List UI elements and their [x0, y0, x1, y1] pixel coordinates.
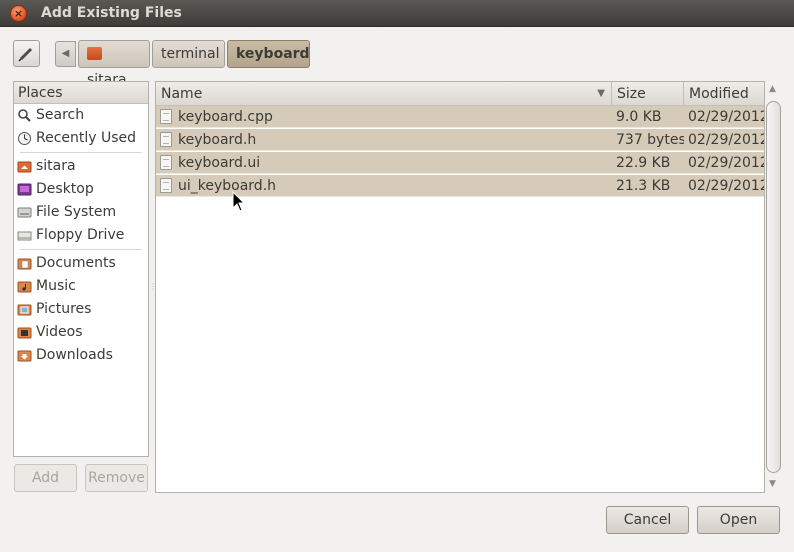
file-row[interactable]: keyboard.ui 22.9 KB 02/29/2012 [156, 152, 764, 174]
place-label: Desktop [36, 181, 94, 197]
file-name: keyboard.ui [178, 155, 261, 171]
close-icon[interactable]: × [10, 5, 27, 22]
place-label: Documents [36, 255, 116, 271]
documents-folder-icon [17, 258, 32, 270]
add-bookmark-button[interactable]: Add [14, 464, 77, 492]
breadcrumb-sitara[interactable]: sitara [78, 40, 150, 88]
clock-icon [18, 132, 31, 145]
place-label: Recently Used [36, 130, 137, 146]
file-modified: 02/29/2012 [688, 132, 764, 148]
place-item-recently-used[interactable]: Recently Used [14, 127, 148, 150]
file-size: 9.0 KB [616, 109, 662, 125]
file-name: keyboard.cpp [178, 109, 273, 125]
place-item-floppy-drive[interactable]: Floppy Drive [14, 224, 148, 247]
remove-bookmark-button[interactable]: Remove [85, 464, 148, 492]
edit-location-button[interactable] [13, 40, 40, 67]
harddisk-icon [17, 207, 32, 218]
home-folder-icon [87, 47, 102, 60]
column-header-size[interactable]: Size [612, 82, 684, 106]
scroll-down-icon[interactable]: ▼ [769, 479, 776, 489]
scroll-up-icon[interactable]: ▲ [769, 84, 776, 94]
file-size: 21.3 KB [616, 178, 671, 194]
pictures-folder-icon [17, 304, 32, 316]
breadcrumb-label: keyboard [236, 46, 310, 62]
place-label: Pictures [36, 301, 92, 317]
file-modified: 02/29/2012 [688, 155, 764, 171]
places-pane: Places Search Recently Used sitara Deskt… [13, 81, 149, 457]
breadcrumb-terminal[interactable]: terminal [152, 40, 225, 68]
place-item-documents[interactable]: Documents [14, 252, 148, 275]
file-list: Name ▼ Size Modified keyboard.cpp 9.0 KB… [155, 81, 765, 493]
column-label: Size [617, 86, 646, 102]
blank-file-icon [160, 155, 172, 170]
places-divider [20, 249, 142, 250]
place-label: sitara [36, 158, 76, 174]
pencil-icon [18, 47, 33, 62]
mouse-pointer-icon [232, 191, 246, 212]
text-file-icon [160, 132, 172, 147]
file-row[interactable]: keyboard.cpp 9.0 KB 02/29/2012 [156, 106, 764, 128]
place-item-search[interactable]: Search [14, 104, 148, 127]
text-file-icon [160, 109, 172, 124]
open-button[interactable]: Open [697, 506, 780, 534]
place-label: Downloads [36, 347, 113, 363]
file-name: keyboard.h [178, 132, 257, 148]
place-label: Floppy Drive [36, 227, 125, 243]
places-header[interactable]: Places [14, 82, 148, 104]
place-item-file-system[interactable]: File System [14, 201, 148, 224]
home-folder-icon [17, 161, 32, 173]
sort-descending-icon: ▼ [597, 88, 605, 99]
place-label: Videos [36, 324, 83, 340]
videos-folder-icon [17, 327, 32, 339]
scrollbar-thumb[interactable] [766, 101, 781, 473]
place-item-music[interactable]: Music [14, 275, 148, 298]
place-item-desktop[interactable]: Desktop [14, 178, 148, 201]
places-divider [20, 152, 142, 153]
place-item-downloads[interactable]: Downloads [14, 344, 148, 367]
place-item-sitara[interactable]: sitara [14, 155, 148, 178]
file-size: 737 bytes [616, 132, 684, 148]
window-title: Add Existing Files [41, 5, 182, 21]
place-label: File System [36, 204, 117, 220]
text-file-icon [160, 178, 172, 193]
place-item-pictures[interactable]: Pictures [14, 298, 148, 321]
title-bar: × Add Existing Files [0, 0, 794, 27]
file-row[interactable]: keyboard.h 737 bytes 02/29/2012 [156, 129, 764, 151]
desktop-icon [17, 183, 32, 196]
column-header-modified[interactable]: Modified [684, 82, 764, 106]
place-label: Search [36, 107, 85, 123]
floppy-icon [17, 231, 32, 241]
place-label: Music [36, 278, 76, 294]
column-label: Modified [689, 86, 749, 102]
search-icon [18, 109, 31, 122]
downloads-folder-icon [17, 350, 32, 362]
file-size: 22.9 KB [616, 155, 671, 171]
file-list-scrollbar[interactable]: ▲ ▼ [765, 81, 783, 493]
file-modified: 02/29/2012 [688, 178, 764, 194]
column-label: Name [161, 86, 203, 102]
cancel-button[interactable]: Cancel [606, 506, 689, 534]
breadcrumb-back-button[interactable]: ◀ [55, 41, 76, 67]
place-item-videos[interactable]: Videos [14, 321, 148, 344]
column-header-name[interactable]: Name ▼ [156, 82, 612, 106]
file-modified: 02/29/2012 [688, 109, 764, 125]
breadcrumb-label: terminal [161, 46, 220, 62]
breadcrumb-keyboard[interactable]: keyboard [227, 40, 310, 68]
file-row[interactable]: ui_keyboard.h 21.3 KB 02/29/2012 [156, 175, 764, 197]
music-folder-icon [17, 281, 32, 293]
